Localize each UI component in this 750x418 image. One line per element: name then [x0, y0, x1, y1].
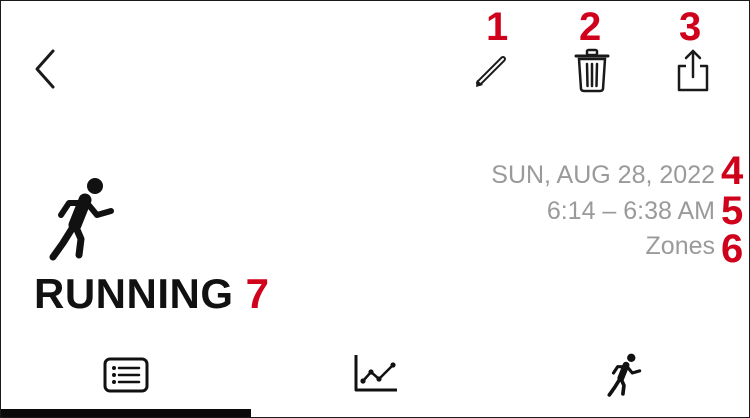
running-figure-icon — [607, 353, 642, 397]
tab-chart[interactable] — [251, 341, 500, 417]
chart-icon — [354, 355, 397, 392]
pencil-icon[interactable] — [473, 51, 511, 89]
annotation-zones: 6 — [721, 227, 744, 271]
annotation-edit: 1 — [486, 5, 509, 49]
annotation-time: 5 — [721, 189, 744, 233]
tab-summary[interactable] — [1, 341, 250, 417]
chevron-left-icon[interactable] — [31, 47, 59, 91]
trash-icon[interactable] — [573, 47, 611, 93]
workout-detail-screen: 1 2 3 SUN, AUG 28, 2022 4 6:14 – 6:38 AM… — [0, 0, 750, 418]
workout-date: SUN, AUG 28, 2022 — [491, 161, 715, 189]
workout-time-range: 6:14 – 6:38 AM — [546, 197, 715, 225]
annotation-date: 4 — [721, 149, 744, 193]
running-figure-icon — [49, 178, 114, 261]
share-icon[interactable] — [673, 47, 713, 93]
workout-title-row: RUNNING 7 — [34, 273, 270, 315]
annotation-delete: 2 — [579, 5, 602, 49]
annotation-share: 3 — [679, 5, 702, 49]
annotation-title: 7 — [245, 270, 270, 317]
zones-link[interactable]: Zones — [646, 234, 715, 259]
list-icon — [103, 357, 149, 393]
tab-activity[interactable] — [501, 341, 749, 417]
workout-title: RUNNING — [34, 270, 234, 317]
tab-bar — [1, 341, 749, 417]
selected-tab-indicator — [1, 409, 251, 417]
